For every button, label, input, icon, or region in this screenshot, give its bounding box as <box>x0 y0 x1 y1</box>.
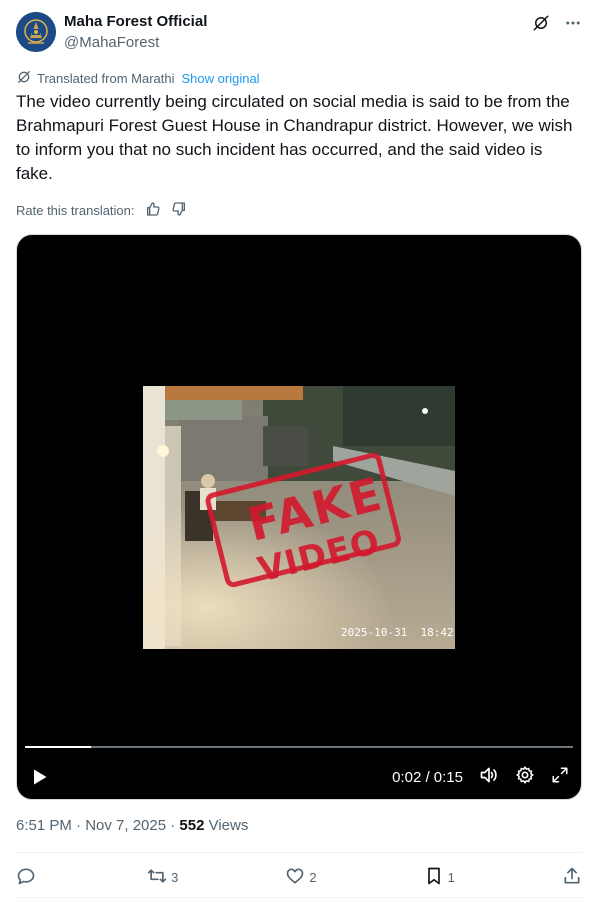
video-controls: 0:02 / 0:15 <box>392 765 569 790</box>
thumbs-up-icon[interactable] <box>145 201 161 220</box>
avatar[interactable] <box>16 12 56 52</box>
views-label: Views <box>204 817 249 834</box>
translate-icon <box>16 69 32 88</box>
avatar-emblem-icon <box>16 12 56 52</box>
video-frame: FAKE VIDEO 2025-10-31 18:42: <box>143 386 455 649</box>
repost-icon <box>147 866 167 889</box>
divider <box>16 852 582 853</box>
post-meta: 6:51 PM · Nov 7, 2025 · 552 Views <box>16 817 248 834</box>
thumbs-down-icon[interactable] <box>171 201 187 220</box>
bookmark-button[interactable]: 1 <box>424 866 455 889</box>
views-count: 552 <box>179 817 205 834</box>
header-actions <box>532 12 582 34</box>
author-name[interactable]: Maha Forest Official <box>64 13 207 30</box>
post-text: The video currently being circulated on … <box>16 92 573 183</box>
bookmark-icon <box>424 866 444 889</box>
video-progress-fill <box>25 746 91 748</box>
reply-icon <box>16 866 36 889</box>
post-timestamp[interactable]: 6:51 PM · Nov 7, 2025 · <box>16 817 179 834</box>
translation-note: Translated from Marathi Show original <box>16 69 260 87</box>
author-handle[interactable]: @MahaForest <box>64 34 159 51</box>
like-icon <box>285 866 305 889</box>
repost-count: 3 <box>171 869 179 885</box>
share-button[interactable] <box>562 866 582 889</box>
video-time: 0:02 / 0:15 <box>392 768 463 786</box>
grok-icon[interactable] <box>532 14 550 32</box>
fullscreen-icon[interactable] <box>551 766 569 789</box>
cctv-timestamp: 2025-10-31 18:42: <box>341 626 455 639</box>
reply-button[interactable] <box>16 866 40 889</box>
divider <box>16 897 582 898</box>
play-icon[interactable] <box>29 767 49 792</box>
translated-from-label: Translated from Marathi <box>37 70 175 86</box>
post: Maha Forest Official @MahaForest Transla… <box>16 0 582 900</box>
more-icon[interactable] <box>564 14 582 32</box>
video-player[interactable]: FAKE VIDEO 2025-10-31 18:42: 0:02 / 0:15 <box>16 234 582 800</box>
volume-icon[interactable] <box>479 765 499 790</box>
rate-translation-label: Rate this translation: <box>16 202 135 218</box>
like-count: 2 <box>309 869 317 885</box>
settings-icon[interactable] <box>515 765 535 790</box>
repost-button[interactable]: 3 <box>147 866 178 889</box>
video-progress-bar[interactable] <box>25 746 573 748</box>
show-original-link[interactable]: Show original <box>182 71 260 86</box>
rate-translation: Rate this translation: <box>16 200 187 220</box>
action-bar: 3 2 1 <box>16 864 582 890</box>
like-button[interactable]: 2 <box>285 866 317 889</box>
bookmark-count: 1 <box>447 869 455 885</box>
share-icon <box>562 866 582 889</box>
